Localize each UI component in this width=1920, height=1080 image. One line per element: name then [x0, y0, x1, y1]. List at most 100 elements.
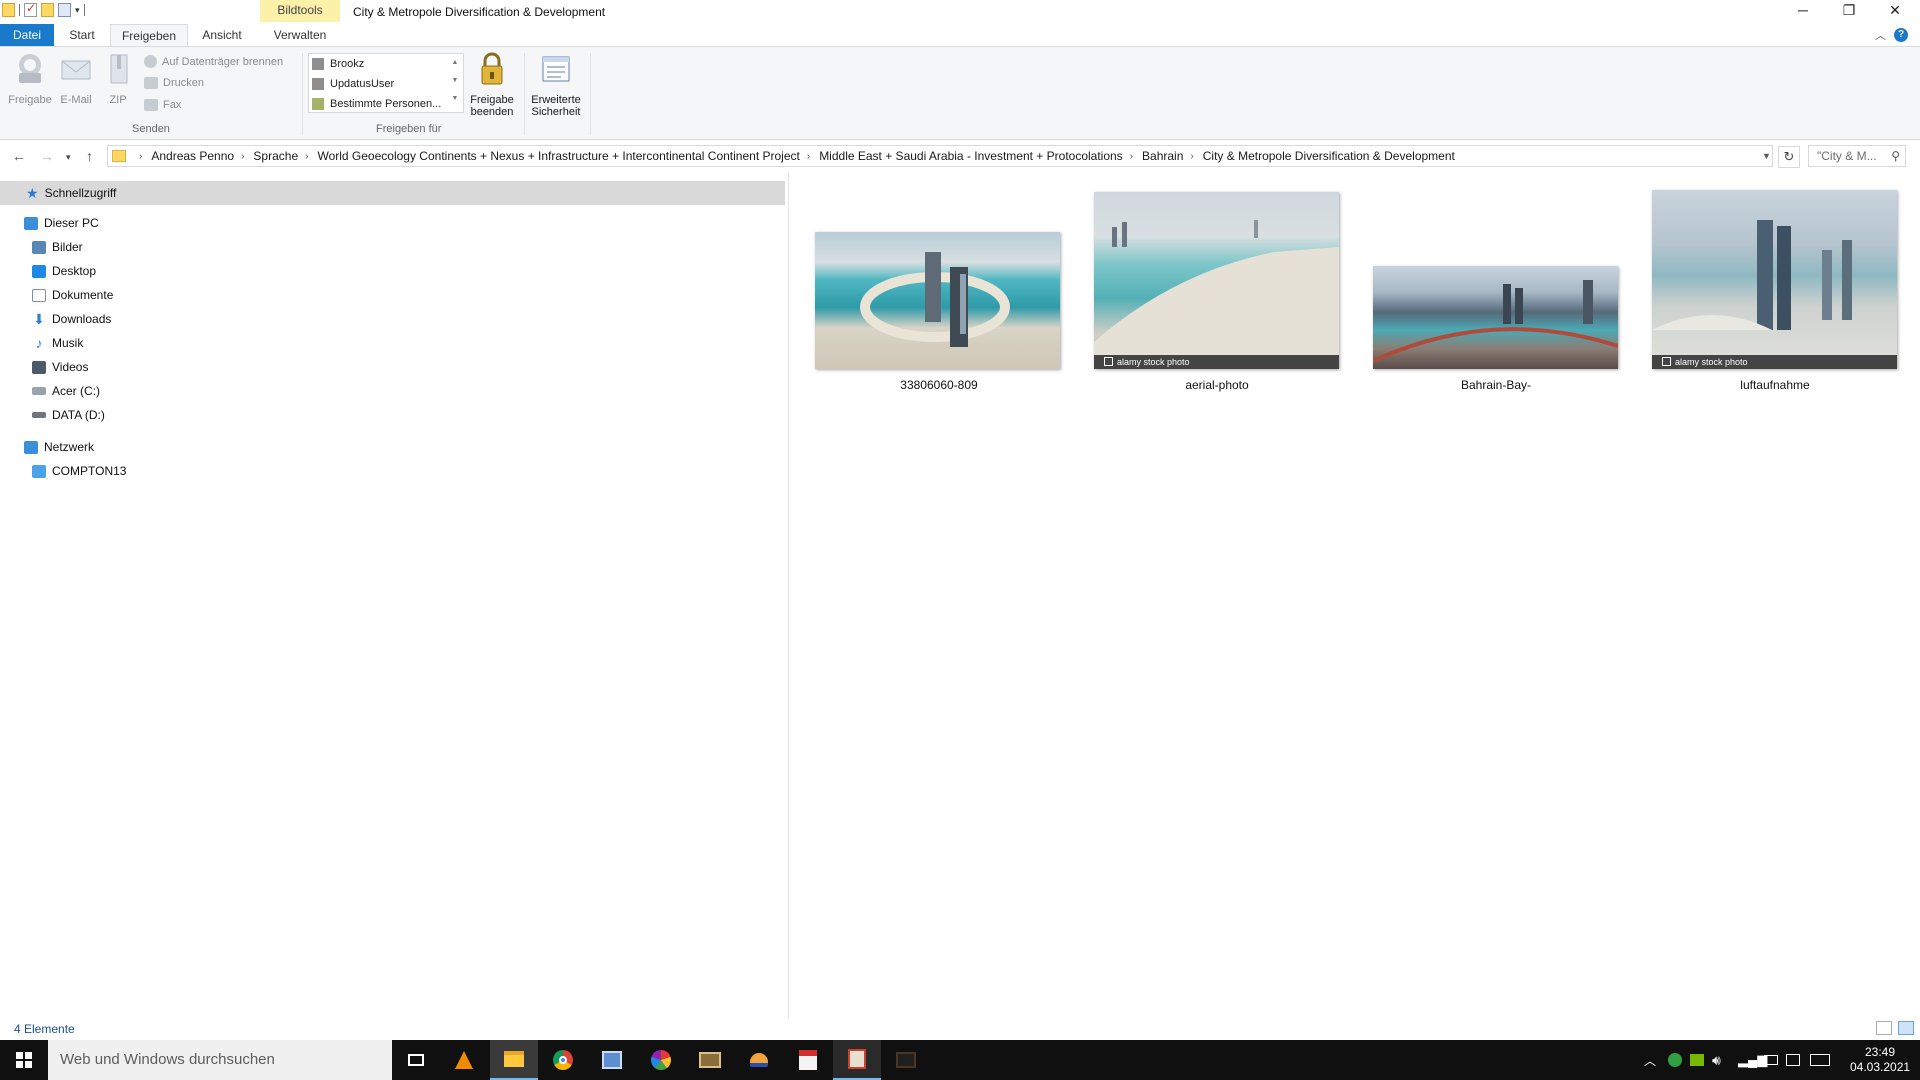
- nvidia-tray-icon[interactable]: [1690, 1040, 1704, 1080]
- help-icon[interactable]: ?: [1894, 28, 1908, 42]
- breadcrumb-item[interactable]: Middle East + Saudi Arabia - Investment …: [819, 149, 1123, 163]
- nav-item-downloads[interactable]: ⬇ Downloads: [32, 309, 111, 329]
- breadcrumb-chevron-icon[interactable]: ›: [1130, 151, 1133, 162]
- tab-manage[interactable]: Verwalten: [260, 24, 340, 46]
- image-viewer-taskbar-button[interactable]: [588, 1040, 636, 1080]
- tab-start[interactable]: Start: [62, 24, 102, 46]
- nav-item-drive-c[interactable]: Acer (C:): [32, 381, 100, 401]
- rename-icon[interactable]: [58, 3, 71, 17]
- scroll-down-icon[interactable]: ▼: [448, 72, 462, 90]
- details-view-icon[interactable]: [1876, 1021, 1892, 1035]
- nav-item-desktop[interactable]: Desktop: [32, 261, 96, 281]
- nav-quick-access[interactable]: ★ Schnellzugriff: [0, 181, 785, 205]
- tab-share[interactable]: Freigeben: [110, 24, 188, 46]
- terminal-taskbar-button[interactable]: [882, 1040, 930, 1080]
- search-input[interactable]: "City & M... ⚲: [1808, 145, 1906, 167]
- file-thumbnail[interactable]: [1373, 266, 1618, 369]
- security-tray-icon[interactable]: [1668, 1040, 1682, 1080]
- vlc-taskbar-button[interactable]: [440, 1040, 488, 1080]
- breadcrumb-item[interactable]: Bahrain: [1142, 149, 1183, 163]
- tab-file[interactable]: Datei: [0, 24, 54, 46]
- nav-item-pictures[interactable]: Bilder: [32, 237, 83, 257]
- breadcrumb-chevron-icon[interactable]: ›: [139, 151, 142, 162]
- share-with-item[interactable]: Brookz: [309, 54, 463, 74]
- breadcrumb-item[interactable]: Sprache: [253, 149, 298, 163]
- forward-arrow-icon[interactable]: →: [40, 148, 54, 164]
- close-button[interactable]: ✕: [1872, 0, 1918, 22]
- action-center-icon[interactable]: [1786, 1040, 1800, 1080]
- nav-item-music[interactable]: ♪ Musik: [32, 333, 84, 353]
- large-icons-view-icon[interactable]: [1898, 1021, 1914, 1035]
- search-icon[interactable]: ⚲: [1891, 149, 1900, 163]
- breadcrumb-item[interactable]: City & Metropole Diversification & Devel…: [1203, 149, 1455, 163]
- breadcrumb-chevron-icon[interactable]: ›: [241, 151, 244, 162]
- minimize-ribbon-chevron-up-icon[interactable]: ︿: [1875, 27, 1886, 43]
- nav-item-network-computer[interactable]: COMPTON13: [32, 461, 126, 481]
- restore-button[interactable]: ❐: [1826, 0, 1872, 22]
- document-app-taskbar-button[interactable]: [833, 1040, 881, 1080]
- show-hidden-icons-chevron-up-icon[interactable]: ︿: [1644, 1040, 1656, 1080]
- app-taskbar-button[interactable]: [735, 1040, 783, 1080]
- nav-item-videos[interactable]: Videos: [32, 357, 88, 377]
- display-tray-icon[interactable]: [1764, 1040, 1778, 1080]
- fax-button[interactable]: Fax: [144, 99, 181, 111]
- taskbar-search-input[interactable]: Web und Windows durchsuchen: [48, 1040, 392, 1080]
- file-explorer-taskbar-button[interactable]: [490, 1040, 538, 1080]
- scroll-up-icon[interactable]: ▲: [448, 54, 462, 72]
- file-thumbnail[interactable]: alamy stock photo: [1094, 192, 1339, 369]
- nav-this-pc[interactable]: Dieser PC: [24, 213, 99, 233]
- pane-divider[interactable]: [788, 173, 789, 1018]
- file-thumbnail[interactable]: alamy stock photo: [1652, 190, 1897, 369]
- file-name[interactable]: 33806060-809: [814, 378, 1064, 392]
- ribbon-help-area: ︿ ?: [1875, 27, 1908, 43]
- zip-button[interactable]: ZIP: [102, 51, 134, 106]
- gallery-more-icon[interactable]: ▼: [448, 90, 462, 108]
- email-button[interactable]: E-Mail: [56, 51, 96, 106]
- properties-icon[interactable]: [24, 1, 37, 17]
- advanced-security-button[interactable]: Erweiterte Sicherheit: [528, 51, 584, 118]
- gallery-scroll[interactable]: ▲ ▼ ▼: [448, 54, 462, 112]
- breadcrumb-chevron-icon[interactable]: ›: [807, 151, 810, 162]
- burn-disc-button[interactable]: Auf Datenträger brennen: [144, 55, 283, 68]
- item-count: 4 Elemente: [14, 1022, 75, 1036]
- address-bar[interactable]: › Andreas Penno › Sprache › World Geoeco…: [107, 145, 1773, 167]
- breadcrumb-item[interactable]: World Geoecology Continents + Nexus + In…: [317, 149, 799, 163]
- nav-label: Dokumente: [52, 288, 114, 302]
- breadcrumb-chevron-icon[interactable]: ›: [1190, 151, 1193, 162]
- up-arrow-icon[interactable]: ↑: [86, 148, 93, 164]
- share-with-item[interactable]: Bestimmte Personen...: [309, 94, 463, 114]
- task-view-button[interactable]: [392, 1040, 440, 1080]
- address-history-chevron-down-icon[interactable]: ▼: [1762, 151, 1771, 161]
- acrobat-taskbar-button[interactable]: [784, 1040, 832, 1080]
- photo-app-taskbar-button[interactable]: [686, 1040, 734, 1080]
- stop-sharing-button[interactable]: Freigabe beenden: [466, 51, 518, 118]
- refresh-icon[interactable]: ↻: [1778, 146, 1800, 168]
- volume-icon[interactable]: 🔊︎: [1712, 1040, 1721, 1080]
- new-folder-icon[interactable]: [41, 3, 54, 17]
- chrome-taskbar-button[interactable]: [539, 1040, 587, 1080]
- customize-qat-chevron-down-icon[interactable]: ▾: [75, 5, 80, 16]
- nav-label: Bilder: [52, 240, 83, 254]
- keyboard-icon[interactable]: [1810, 1040, 1830, 1080]
- breadcrumb-item[interactable]: Andreas Penno: [151, 149, 234, 163]
- breadcrumb-chevron-icon[interactable]: ›: [305, 151, 308, 162]
- nav-item-drive-d[interactable]: DATA (D:): [32, 405, 105, 425]
- file-thumbnail[interactable]: [815, 232, 1060, 369]
- tab-view[interactable]: Ansicht: [196, 24, 248, 46]
- back-arrow-icon[interactable]: ←: [12, 148, 26, 164]
- network-signal-icon[interactable]: ▂▄▆: [1738, 1040, 1767, 1080]
- start-button[interactable]: [0, 1040, 48, 1080]
- nav-network[interactable]: Netzwerk: [24, 437, 94, 457]
- folder-icon: [2, 3, 15, 17]
- print-button[interactable]: Drucken: [144, 77, 204, 89]
- share-button[interactable]: Freigabe: [6, 51, 54, 106]
- file-name[interactable]: Bahrain-Bay-: [1371, 378, 1621, 392]
- recent-locations-chevron-down-icon[interactable]: ▾: [66, 152, 71, 163]
- file-name[interactable]: luftaufnahme: [1650, 378, 1900, 392]
- file-name[interactable]: aerial-photo: [1092, 378, 1342, 392]
- share-with-item[interactable]: UpdatusUser: [309, 74, 463, 94]
- taskbar-clock[interactable]: 23:49 04.03.2021: [1850, 1045, 1910, 1075]
- minimize-button[interactable]: ─: [1780, 0, 1826, 22]
- nav-item-documents[interactable]: Dokumente: [32, 285, 113, 305]
- picasa-taskbar-button[interactable]: [637, 1040, 685, 1080]
